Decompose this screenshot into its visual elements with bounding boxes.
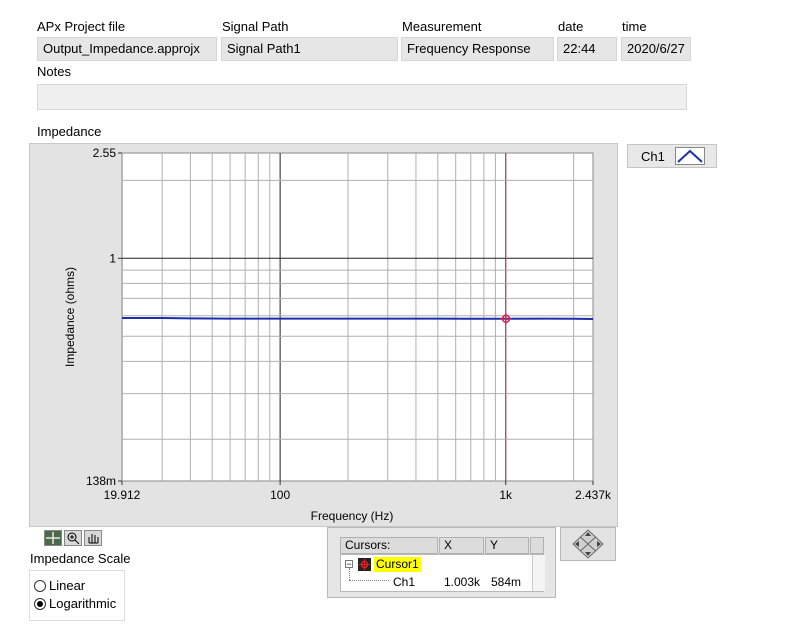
pan-tool-icon[interactable] [84,530,102,546]
series-line-ch1 [122,317,594,320]
tree-line [349,568,351,580]
cursor-table-scrollbar[interactable] [532,555,545,591]
logarithmic-radio[interactable] [34,597,46,610]
graph-palette [44,530,102,546]
cursor-x-value: 1.003k [444,575,481,589]
x-tick-label: 2.437k [575,488,612,502]
cursors-header: Cursors: [340,537,438,554]
cursor-y-value: 584m [491,575,522,589]
x-tick-label: 19.912 [104,488,141,502]
scale-label: Impedance Scale [30,551,131,566]
y-tick-label: 2.55 [93,146,117,160]
plot-style-icon[interactable] [675,147,705,165]
collapse-icon[interactable]: − [345,560,353,569]
y-tick-label: 138m [86,474,116,488]
legend-channel-name: Ch1 [641,149,665,164]
cursor-move-control[interactable] [560,527,616,561]
y-tick-label: 1 [109,251,116,265]
cursor-x-header: X [439,537,484,554]
linear-radio[interactable] [34,579,46,592]
cursor-move-diamond-icon[interactable] [561,528,615,560]
cursor-scroll-header [530,537,544,554]
x-tick-label: 1k [499,488,513,502]
tree-branch [349,580,389,581]
cursor-table: − Cursor1 Ch1 1.003k 584m [340,554,545,592]
plot-legend[interactable]: Ch1 [627,144,717,168]
scale-option-logarithmic[interactable]: Logarithmic [34,596,116,611]
logarithmic-option-label: Logarithmic [49,596,117,611]
y-axis-label: Impedance (ohms) [63,267,77,367]
scale-radio-group: Linear Logarithmic [29,570,125,621]
plot-area[interactable] [121,152,594,482]
linear-option-label: Linear [49,578,86,593]
x-axis-label: Frequency (Hz) [311,509,394,523]
cursor-y-header: Y [485,537,529,554]
cursor-legend: Cursors: X Y − Cursor1 Ch1 1.003k 584m [327,527,556,598]
cursor-name[interactable]: Cursor1 [374,557,421,572]
zoom-tool-icon[interactable] [64,530,82,546]
cursor-style-icon[interactable] [358,558,371,571]
scale-option-linear[interactable]: Linear [34,578,85,593]
x-tick-label: 100 [270,488,290,502]
cursor-channel: Ch1 [393,575,416,589]
cursor-tool-icon[interactable] [44,530,62,546]
